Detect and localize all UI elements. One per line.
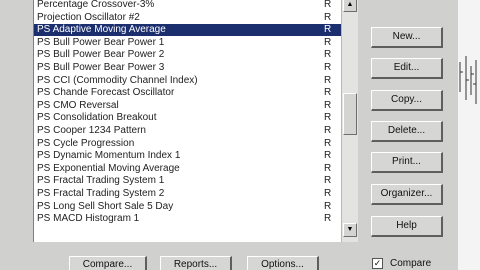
list-item-name: PS Bull Power Bear Power 1 bbox=[37, 36, 165, 48]
list-item-name: PS Fractal Trading System 1 bbox=[37, 175, 165, 187]
list-item[interactable]: PS CMO Reversal R bbox=[34, 100, 342, 112]
list-item-flag: R bbox=[324, 36, 332, 48]
list-item[interactable]: PS Fractal Trading System 2 R bbox=[34, 188, 342, 200]
list-item-name: PS Bull Power Bear Power 2 bbox=[37, 49, 165, 61]
list-item-name: PS Cycle Progression bbox=[37, 137, 135, 149]
scroll-down-icon[interactable]: ▼ bbox=[343, 223, 357, 237]
list-item-name: PS Bull Power Bear Power 3 bbox=[37, 62, 165, 73]
help-button[interactable]: Help bbox=[371, 216, 443, 237]
compare-checkbox-box[interactable]: ✓ bbox=[372, 258, 383, 269]
list-item-name: PS CMO Reversal bbox=[37, 99, 119, 111]
list-item-name: PS Dynamic Momentum Index 1 bbox=[37, 150, 181, 162]
scroll-up-icon[interactable]: ▲ bbox=[343, 0, 357, 12]
list-item[interactable]: Percentage Crossover-3% R bbox=[34, 0, 342, 11]
list-item-flag: R bbox=[324, 62, 332, 73]
list-item-flag: R bbox=[324, 99, 332, 111]
compare-button[interactable]: Compare... bbox=[69, 256, 147, 270]
organizer-button[interactable]: Organizer... bbox=[371, 184, 443, 205]
list-item[interactable]: PS Bull Power Bear Power 1 R bbox=[34, 37, 342, 49]
list-item-flag: R bbox=[324, 150, 332, 162]
list-item[interactable]: Projection Oscillator #2 R bbox=[34, 12, 342, 24]
list-item[interactable]: PS MACD Histogram 1 R bbox=[34, 213, 342, 225]
list-item[interactable]: PS Long Sell Short Sale 5 Day R bbox=[34, 201, 342, 213]
list-item[interactable]: PS Fractal Trading System 1 R bbox=[34, 175, 342, 187]
list-item[interactable]: PS Consolidation Breakout R bbox=[34, 112, 342, 124]
list-item-name: PS Exponential Moving Average bbox=[37, 162, 180, 174]
list-item[interactable]: PS Cycle Progression R bbox=[34, 138, 342, 150]
list-scrollbar[interactable]: ▲ ▼ bbox=[341, 0, 358, 242]
list-item[interactable]: PS Adaptive Moving Average R bbox=[34, 24, 342, 37]
list-item-flag: R bbox=[324, 125, 332, 136]
list-item[interactable]: PS Exponential Moving Average R bbox=[34, 163, 342, 175]
list-item-flag: R bbox=[324, 24, 332, 36]
list-item-flag: R bbox=[324, 162, 332, 174]
list-item-flag: R bbox=[324, 11, 332, 23]
list-item[interactable]: PS Bull Power Bear Power 3 R bbox=[34, 62, 342, 74]
list-item-flag: R bbox=[324, 213, 332, 225]
compare-checkbox-label: Compare bbox=[390, 258, 432, 269]
edit-button[interactable]: Edit... bbox=[371, 58, 443, 79]
scroll-thumb[interactable] bbox=[343, 93, 357, 135]
list-item-name: PS MACD Histogram 1 bbox=[37, 213, 140, 225]
list-item-name: PS Consolidation Breakout bbox=[37, 112, 157, 124]
indicator-list[interactable]: Percentage Crossover-3% R Projection Oscil… bbox=[33, 0, 342, 242]
list-item[interactable]: PS Chande Forecast Oscillator R bbox=[34, 87, 342, 99]
list-item-name: PS Long Sell Short Sale 5 Day bbox=[37, 200, 174, 212]
list-item-flag: R bbox=[324, 49, 332, 61]
reports-button[interactable]: Reports... bbox=[160, 256, 232, 270]
price-bars-icon bbox=[459, 56, 477, 104]
list-item-name: Percentage Crossover-3% bbox=[37, 0, 155, 10]
list-item[interactable]: PS Bull Power Bear Power 2 R bbox=[34, 49, 342, 61]
list-item-name: PS Adaptive Moving Average bbox=[37, 24, 166, 36]
options-button[interactable]: Options... bbox=[247, 256, 319, 270]
list-item-flag: R bbox=[324, 112, 332, 124]
list-item-flag: R bbox=[324, 200, 332, 212]
copy-button[interactable]: Copy... bbox=[371, 90, 443, 111]
list-item[interactable]: PS Cooper 1234 Pattern R bbox=[34, 125, 342, 137]
list-item[interactable]: PS CCI (Commodity Channel Index) R bbox=[34, 75, 342, 87]
new-button[interactable]: New... bbox=[371, 27, 443, 48]
list-item-flag: R bbox=[324, 137, 332, 149]
list-item-name: PS Chande Forecast Oscillator bbox=[37, 87, 175, 99]
list-item-flag: R bbox=[324, 0, 332, 10]
list-item-name: PS Fractal Trading System 2 bbox=[37, 188, 165, 199]
list-item-name: PS CCI (Commodity Channel Index) bbox=[37, 74, 198, 86]
list-item-name: Projection Oscillator #2 bbox=[37, 11, 140, 23]
list-item[interactable]: PS Dynamic Momentum Index 1 R bbox=[34, 150, 342, 162]
delete-button[interactable]: Delete... bbox=[371, 121, 443, 142]
list-item-flag: R bbox=[324, 175, 332, 187]
list-item-flag: R bbox=[324, 74, 332, 86]
system-tester-dialog: Percentage Crossover-3% R Projection Oscil… bbox=[0, 0, 458, 270]
list-item-flag: R bbox=[324, 87, 332, 99]
list-item-flag: R bbox=[324, 188, 332, 199]
list-item-name: PS Cooper 1234 Pattern bbox=[37, 125, 146, 136]
background-chart-fragment bbox=[458, 0, 480, 270]
print-button[interactable]: Print... bbox=[371, 152, 443, 173]
